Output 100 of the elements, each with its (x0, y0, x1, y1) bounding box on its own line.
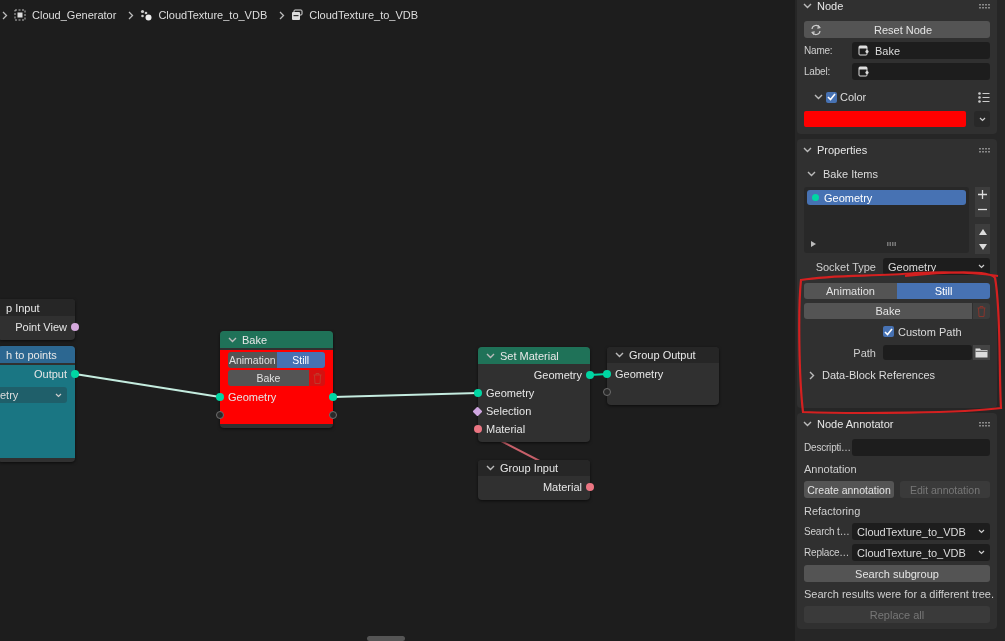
socket[interactable] (71, 323, 79, 331)
chevron-right-icon[interactable] (809, 370, 815, 380)
chevron-down-icon[interactable] (814, 94, 823, 100)
node-header[interactable]: Group Input (478, 460, 590, 476)
triangle-icon[interactable] (811, 241, 816, 247)
socket[interactable] (603, 370, 611, 378)
socket-label: Selection (486, 405, 532, 417)
socket[interactable] (216, 393, 224, 401)
chevron-down-icon[interactable] (803, 3, 812, 9)
chevron-right-icon (279, 10, 286, 20)
node-title: Bake (242, 333, 268, 346)
chevron-down-icon[interactable] (803, 147, 812, 153)
node-card[interactable]: Group Input Material (474, 460, 594, 500)
path-field[interactable] (883, 345, 972, 360)
socket-label: Output (33, 368, 67, 380)
node-group-icon (291, 9, 304, 21)
socket[interactable] (586, 371, 594, 379)
panel-title[interactable]: Properties (817, 144, 868, 156)
node-header[interactable]: p Input (0, 299, 75, 316)
trash-icon (312, 372, 322, 384)
socket-label: Geometry (486, 387, 535, 399)
chevron-right-icon (128, 10, 135, 20)
section-heading: Refactoring (804, 503, 862, 519)
breadcrumb-item[interactable]: CloudTexture_to_VDB (309, 9, 419, 21)
search-tree-dropdown[interactable]: CloudTexture_to_VDB (852, 523, 990, 540)
move-up-button[interactable] (975, 224, 990, 239)
caret-icon (978, 116, 986, 122)
checkbox-label: Color (840, 91, 867, 103)
mode-tab[interactable]: Animation (804, 283, 897, 299)
dropdown[interactable]: etry (0, 387, 67, 403)
chevron-right-icon (2, 10, 8, 20)
panel-title[interactable]: Node (817, 0, 844, 12)
label-field[interactable] (852, 63, 990, 80)
socket-label: Geometry (615, 368, 664, 380)
grip-icon[interactable] (979, 3, 991, 9)
checkbox[interactable] (826, 91, 837, 103)
breadcrumb-item[interactable]: Cloud_Generator (32, 9, 117, 21)
node-card[interactable]: h to points Output etry (0, 346, 79, 462)
panel-title[interactable]: Node Annotator (817, 418, 894, 430)
empty-socket[interactable] (603, 388, 611, 396)
node-title: p Input (6, 301, 40, 314)
bake-button[interactable]: Bake (804, 303, 972, 319)
bake-button[interactable]: Bake (228, 370, 309, 386)
field-label: Path (852, 346, 877, 359)
node-card[interactable]: Group Output Geometry (603, 347, 723, 405)
socket[interactable] (71, 370, 79, 378)
field-label: Label: (804, 66, 832, 77)
node-title: Group Input (500, 462, 559, 474)
dropdown-button[interactable] (974, 111, 990, 127)
triangle-down-icon (978, 243, 987, 250)
refresh-icon (810, 23, 822, 36)
empty-socket[interactable] (216, 411, 224, 419)
name-field[interactable]: Bake (852, 42, 990, 59)
caret-icon (978, 529, 985, 534)
chevron-down-icon[interactable] (615, 352, 624, 358)
add-button[interactable] (975, 187, 990, 202)
socket[interactable] (472, 406, 483, 417)
replace-tree-dropdown[interactable]: CloudTexture_to_VDB (852, 544, 990, 561)
node-header[interactable]: Bake (220, 331, 333, 348)
remove-button[interactable] (975, 202, 990, 217)
empty-socket[interactable] (329, 411, 337, 419)
list-icon[interactable] (978, 91, 990, 103)
socket[interactable] (474, 389, 482, 397)
scrollbar[interactable] (367, 636, 405, 641)
socket[interactable] (474, 425, 482, 433)
color-swatch[interactable] (804, 111, 966, 127)
node-header[interactable]: Group Output (607, 347, 719, 363)
create-annotation-button[interactable]: Create annotation (804, 481, 894, 498)
browse-button[interactable] (973, 345, 990, 360)
node-card[interactable]: Bake Animation Still Bake Geometry (216, 331, 337, 428)
node-card[interactable]: p Input Point View (0, 299, 79, 340)
node-header[interactable]: h to points (0, 346, 75, 363)
move-down-button[interactable] (975, 239, 990, 254)
chevron-down-icon[interactable] (486, 465, 495, 471)
node-title: Set Material (500, 349, 559, 362)
caret-icon (55, 392, 62, 398)
scene-icon (14, 9, 26, 21)
node-header[interactable]: Set Material (478, 347, 590, 364)
subpanel-title[interactable]: Data-Block References (822, 369, 936, 381)
chevron-down-icon[interactable] (807, 171, 816, 177)
node-title: h to points (6, 348, 57, 361)
grip-icon[interactable] (979, 421, 991, 427)
mode-tab[interactable]: Still (276, 352, 325, 368)
grip-icon[interactable] (979, 147, 991, 153)
mode-tab[interactable]: Still (897, 283, 990, 299)
socket[interactable] (586, 483, 594, 491)
grip-icon[interactable] (887, 242, 896, 246)
mode-tab[interactable]: Animation (228, 352, 277, 368)
checkbox[interactable] (883, 326, 894, 337)
node-card[interactable]: Set Material Geometry Geometry Selection Material (474, 347, 594, 442)
socket-label: Material (486, 423, 526, 435)
breadcrumb-item[interactable]: CloudTexture_to_VDB (158, 9, 268, 21)
chevron-down-icon[interactable] (803, 421, 812, 427)
subpanel-title[interactable]: Bake Items (823, 168, 879, 180)
search-subgroup-button[interactable]: Search subgroup (804, 565, 990, 582)
list-item[interactable]: Geometry (807, 190, 966, 205)
reset-node-button[interactable]: Reset Node (804, 21, 990, 38)
socket[interactable] (329, 393, 337, 401)
node-tree-icon (140, 9, 153, 21)
field-label: Search t… (804, 526, 851, 537)
